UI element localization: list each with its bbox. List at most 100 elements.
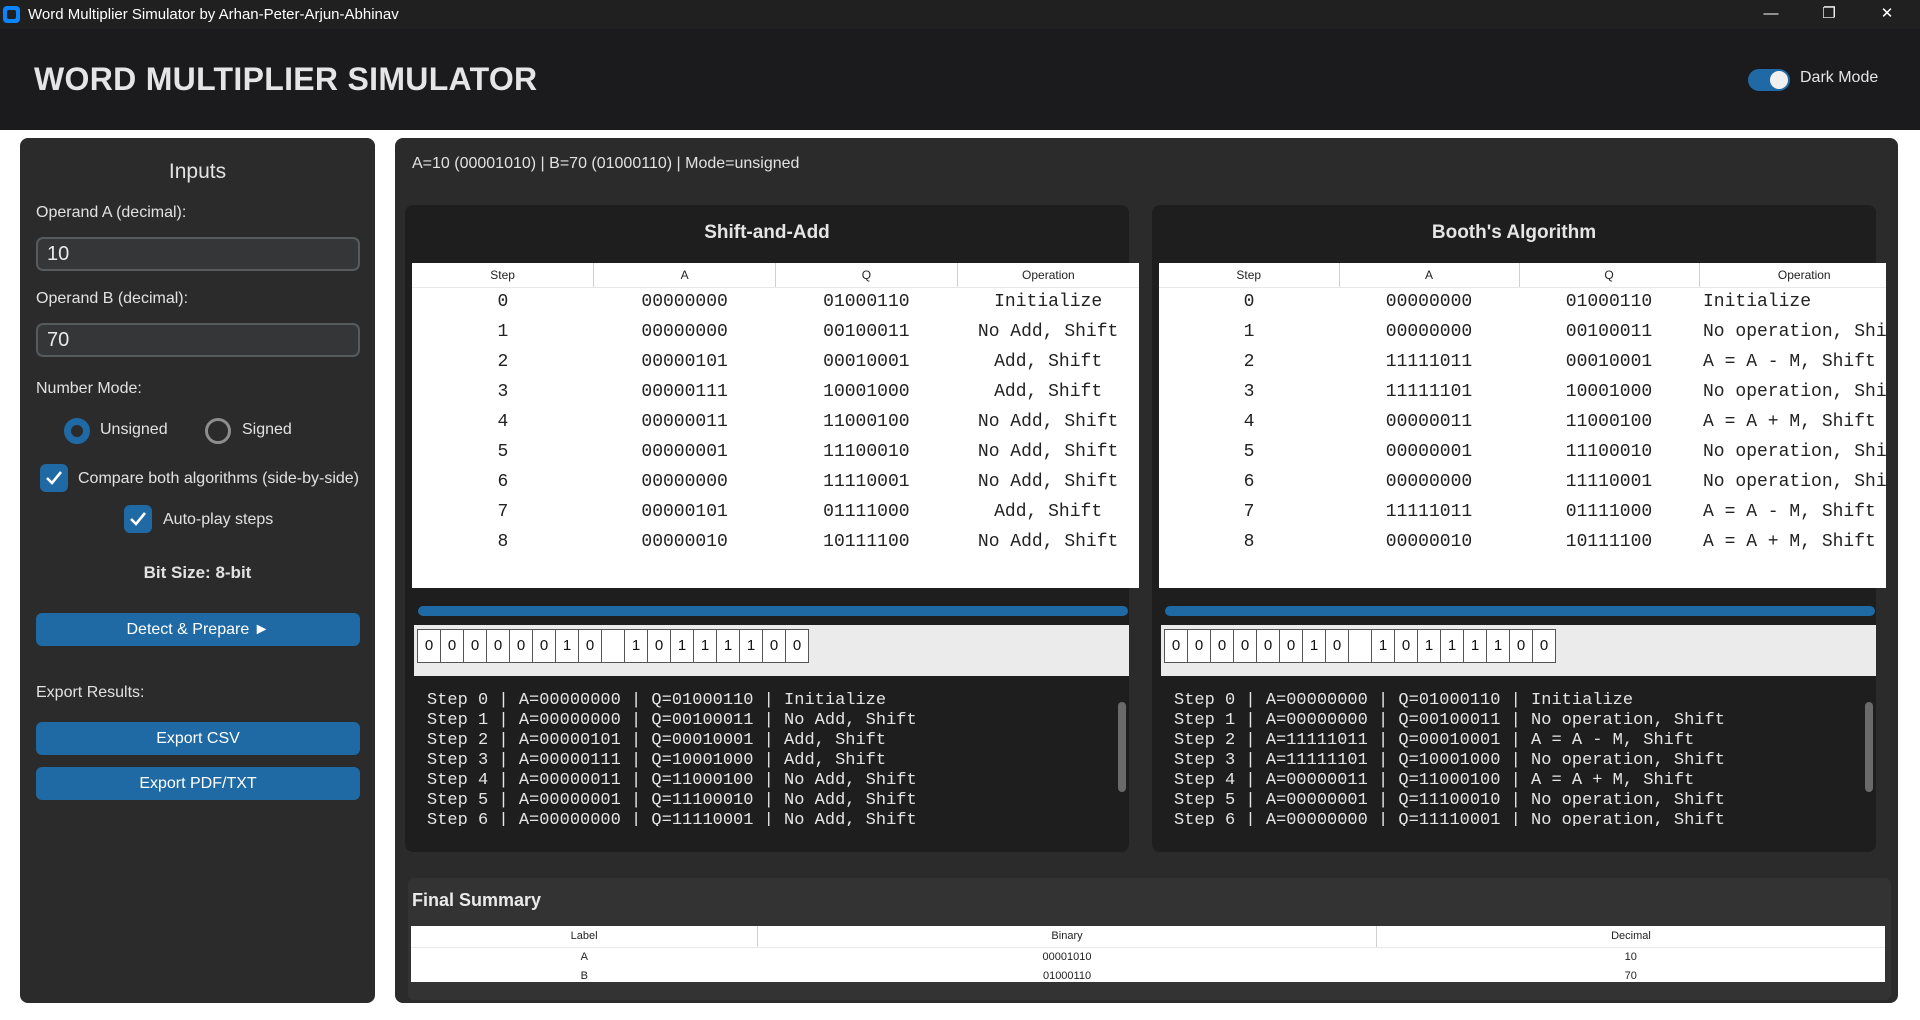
booth-log: Step 0 | A=00000000 | Q=01000110 | Initi…: [1161, 691, 1876, 826]
table-cell: 2: [1243, 352, 1255, 372]
bit-cell: 1: [1417, 629, 1441, 663]
compare-checkbox-label: Compare both algorithms (side-by-side): [78, 470, 359, 487]
table-cell: 00100011: [823, 322, 910, 342]
column-header[interactable]: Q: [1519, 263, 1700, 288]
bit-cell: 0: [1325, 629, 1349, 663]
table-cell: 00010001: [823, 352, 910, 372]
table-cell: 5: [1243, 442, 1255, 462]
table-cell: 00000101: [641, 502, 728, 522]
table-cell: 00000001: [1385, 442, 1473, 462]
summary-table-box: Label Binary Decimal A 00001010 10 B 0100011…: [411, 926, 1885, 982]
table-cell: 00000011: [1385, 412, 1473, 432]
toggle-knob: [1770, 71, 1788, 89]
shift-add-panel: Shift-and-Add Step A Q Operation 0 000000…: [405, 205, 1139, 852]
table-cell: 10111100: [1565, 532, 1653, 552]
table-cell: No operation, Shift: [1703, 382, 1886, 402]
operand-a-input[interactable]: 10: [36, 237, 360, 271]
table-cell: 00000010: [641, 532, 728, 552]
window-title-bar: Word Multiplier Simulator by Arhan-Peter…: [0, 0, 1920, 29]
table-cell: 00000001: [641, 442, 728, 462]
table-cell: No Add, Shift: [977, 322, 1119, 342]
bit-size-label: Bit Size: 8-bit: [143, 563, 252, 582]
table-cell: 10001000: [823, 382, 910, 402]
table-cell: A = A + M, Shift: [1703, 412, 1876, 432]
signed-radio-label: Signed: [242, 421, 292, 438]
compare-checkbox[interactable]: [40, 464, 68, 492]
column-header[interactable]: Operation: [957, 263, 1139, 288]
table-cell: B: [580, 969, 588, 982]
table-cell: 3: [1243, 382, 1255, 402]
table-cell: 11110001: [823, 472, 910, 492]
log-line: Step 0 | A=00000000 | Q=01000110 | Initi…: [1174, 691, 1634, 710]
export-csv-button[interactable]: Export CSV: [36, 722, 360, 755]
column-header[interactable]: Step: [1159, 263, 1340, 288]
bit-cell: 0: [1394, 629, 1418, 663]
table-cell: 11000100: [1565, 412, 1653, 432]
table-cell: 00000000: [641, 322, 728, 342]
table-cell: 01111000: [1565, 502, 1653, 522]
dark-mode-toggle[interactable]: [1748, 69, 1790, 91]
operand-a-label: Operand A (decimal):: [36, 204, 187, 221]
table-cell: 01000110: [1042, 969, 1092, 982]
checkmark-icon: [130, 512, 147, 526]
table-row: 4 00000011 11000100 No Add, Shift: [412, 407, 1139, 437]
unsigned-radio[interactable]: [64, 418, 90, 444]
export-pdf-button[interactable]: Export PDF/TXT: [36, 767, 360, 800]
bit-cell: 1: [693, 629, 717, 663]
column-header[interactable]: Step: [412, 263, 595, 288]
table-cell: 0: [497, 292, 509, 313]
table-cell: 11111011: [1385, 502, 1473, 522]
bit-cell: 0: [1164, 629, 1188, 663]
table-cell: 11100010: [1565, 442, 1653, 462]
table-cell: A = A + M, Shift: [1703, 532, 1876, 552]
booth-log-scrollbar[interactable]: [1865, 702, 1873, 792]
log-line: Step 5 | A=00000001 | Q=11100010 | No Ad…: [427, 791, 917, 810]
column-header[interactable]: Binary: [757, 926, 1377, 948]
bit-cell: 0: [785, 629, 809, 663]
restore-icon[interactable]: ❐: [1806, 0, 1852, 29]
column-header[interactable]: Operation: [1699, 263, 1886, 288]
column-header[interactable]: A: [1339, 263, 1520, 288]
table-cell: 00000000: [1385, 322, 1473, 342]
table-row: 5 00000001 11100010 No operation, Shift: [1159, 437, 1886, 467]
app-header: WORD MULTIPLIER SIMULATOR Dark Mode: [0, 29, 1920, 130]
table-cell: 4: [497, 412, 509, 432]
shift-add-title: Shift-and-Add: [704, 222, 830, 243]
column-header[interactable]: Label: [411, 926, 759, 948]
export-label: Export Results:: [36, 684, 145, 701]
table-row: 1 00000000 00100011 No operation, Shift: [1159, 317, 1886, 347]
shift-add-log-scrollbar[interactable]: [1118, 702, 1126, 792]
shift-add-table: Step A Q Operation 0 00000000 01000110 Init…: [412, 263, 1139, 557]
number-mode-label: Number Mode:: [36, 380, 142, 397]
operand-b-input[interactable]: 70: [36, 323, 360, 357]
log-line: Step 1 | A=00000000 | Q=00100011 | No op…: [1174, 711, 1725, 730]
booth-progress-bar: [1165, 606, 1875, 616]
autoplay-checkbox[interactable]: [124, 505, 152, 533]
close-icon[interactable]: ✕: [1864, 0, 1910, 29]
minimize-icon[interactable]: —: [1748, 0, 1794, 29]
table-cell: 2: [497, 352, 509, 372]
column-header[interactable]: Q: [775, 263, 958, 288]
detect-prepare-button[interactable]: Detect & Prepare ►: [36, 613, 360, 646]
log-line: Step 3 | A=00000111 | Q=10001000 | Add, …: [427, 751, 887, 770]
table-row: 0 00000000 01000110 Initialize: [412, 287, 1139, 317]
bit-cell: 0: [1256, 629, 1280, 663]
table-cell: 00000111: [641, 382, 728, 402]
signed-radio[interactable]: [205, 418, 231, 444]
table-cell: Add, Shift: [994, 352, 1103, 372]
unsigned-radio-label: Unsigned: [100, 421, 168, 438]
table-cell: 11111011: [1385, 352, 1473, 372]
bit-cell: 1: [1371, 629, 1395, 663]
shift-add-log: Step 0 | A=00000000 | Q=01000110 | Initi…: [414, 691, 1129, 826]
table-row: 2 00000101 00010001 Add, Shift: [412, 347, 1139, 377]
bit-cell: 1: [739, 629, 763, 663]
column-header[interactable]: A: [593, 263, 776, 288]
column-header[interactable]: Decimal: [1376, 926, 1885, 948]
bit-cell: 1: [1302, 629, 1326, 663]
bit-cell: 0: [647, 629, 671, 663]
log-line: Step 0 | A=00000000 | Q=01000110 | Initi…: [427, 691, 887, 710]
table-row: 3 11111101 10001000 No operation, Shift: [1159, 377, 1886, 407]
table-row: 4 00000011 11000100 A = A + M, Shift: [1159, 407, 1886, 437]
bit-cell: 0: [1279, 629, 1303, 663]
table-cell: 1: [1243, 322, 1255, 342]
